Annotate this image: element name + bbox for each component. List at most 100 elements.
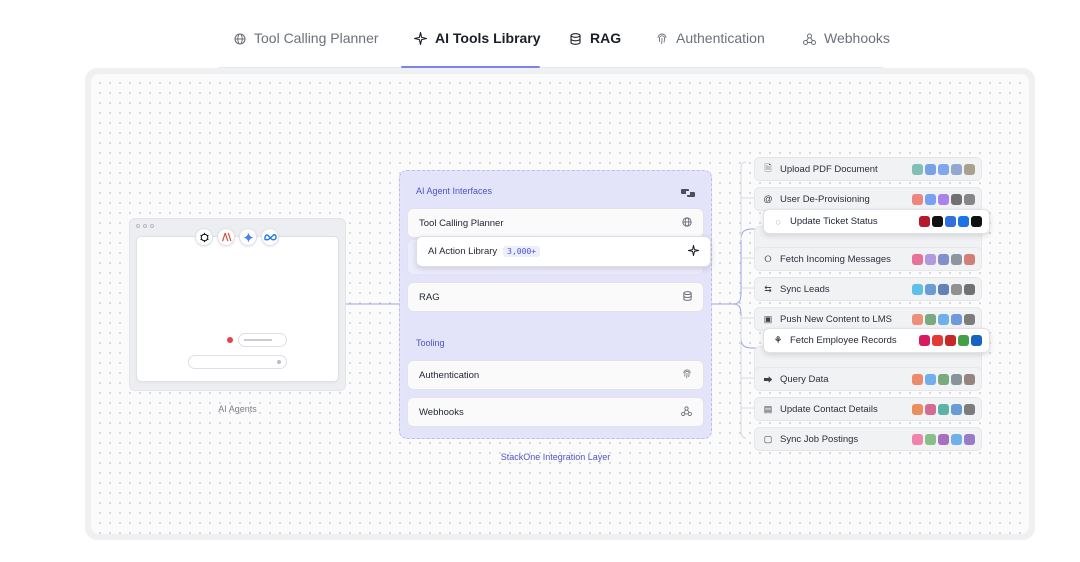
- webhook-icon: [803, 32, 816, 45]
- action-row[interactable]: ▤ Update Contact Details: [754, 397, 982, 421]
- plug-icon: [681, 185, 695, 197]
- action-row[interactable]: 🗎 Upload PDF Document: [754, 157, 982, 181]
- database-icon: [569, 32, 582, 45]
- globe-icon: [682, 216, 692, 230]
- app-logo-icon: [958, 335, 969, 346]
- model-logos: [195, 228, 279, 246]
- action-label: Sync Job Postings: [780, 433, 859, 445]
- action-row[interactable]: @ User De-Provisioning: [754, 187, 982, 211]
- app-logo-icon: [951, 313, 962, 325]
- app-logo-icon: [925, 193, 936, 205]
- app-logo-icon: [925, 163, 936, 175]
- integration-app-icons: [912, 163, 975, 175]
- window-controls: [136, 224, 154, 228]
- app-logo-icon: [925, 283, 936, 295]
- integration-app-icons: [912, 313, 975, 325]
- spinner-icon: ◌: [775, 216, 781, 227]
- app-logo-icon: [925, 253, 936, 265]
- anthropic-icon: [217, 228, 235, 246]
- action-label: Upload PDF Document: [780, 163, 878, 175]
- app-logo-icon: [932, 216, 943, 227]
- app-logo-icon: [964, 283, 975, 295]
- app-logo-icon: [925, 373, 936, 385]
- briefcase-icon: ▢: [763, 433, 773, 444]
- sparkle-icon: [414, 32, 427, 45]
- rag-card[interactable]: RAG: [407, 282, 704, 312]
- app-logo-icon: [964, 433, 975, 445]
- app-logo-icon: [925, 403, 936, 415]
- action-row[interactable]: ⮕ Query Data: [754, 367, 982, 391]
- app-logo-icon: [951, 373, 962, 385]
- integration-layer-caption: StackOne Integration Layer: [500, 452, 611, 462]
- integration-app-icons: [912, 403, 975, 415]
- action-label: Push New Content to LMS: [780, 313, 892, 325]
- app-logo-icon: [945, 335, 956, 346]
- openai-icon: [195, 228, 213, 246]
- authentication-card[interactable]: Authentication: [407, 360, 704, 390]
- action-row[interactable]: ⇆ Sync Leads: [754, 277, 982, 301]
- chat-icon: ⭘: [764, 253, 772, 264]
- app-logo-icon: [951, 283, 962, 295]
- chat-bubble: [238, 333, 287, 347]
- tab-tool-calling-planner[interactable]: Tool Calling Planner: [233, 30, 379, 68]
- app-logo-icon: [971, 335, 982, 346]
- integration-app-icons: [912, 253, 975, 265]
- action-row[interactable]: ▢ Sync Job Postings: [754, 427, 982, 451]
- tab-authentication[interactable]: Authentication: [655, 30, 765, 68]
- app-logo-icon: [938, 193, 949, 205]
- action-count-badge: 3,000+: [503, 246, 541, 257]
- app-logo-icon: [938, 403, 949, 415]
- app-logo-icon: [925, 433, 936, 445]
- tab-label: Authentication: [676, 30, 765, 46]
- agents-caption: AI Agents: [218, 404, 257, 414]
- card-label: Authentication: [419, 369, 480, 381]
- app-logo-icon: [958, 216, 969, 227]
- app-logo-icon: [938, 163, 949, 175]
- integration-app-icons: [912, 373, 975, 385]
- integration-app-icons: [912, 193, 975, 205]
- webhook-icon: [681, 405, 692, 419]
- integration-app-icons: [912, 283, 975, 295]
- gemini-icon: [239, 228, 257, 246]
- app-logo-icon: [925, 313, 936, 325]
- fingerprint-icon: [655, 32, 668, 45]
- app-logo-icon: [912, 313, 923, 325]
- integration-app-icons: [919, 335, 982, 346]
- card-label: Webhooks: [419, 406, 464, 418]
- sparkle-icon: [687, 244, 700, 259]
- ai-action-library-card[interactable]: AI Action Library 3,000+: [416, 236, 711, 267]
- action-label: Update Ticket Status: [790, 216, 878, 227]
- action-label: Fetch Incoming Messages: [780, 253, 891, 265]
- action-row[interactable]: ⭘ Fetch Incoming Messages: [754, 247, 982, 271]
- interfaces-title: AI Agent Interfaces: [416, 186, 493, 196]
- app-logo-icon: [912, 403, 923, 415]
- integration-app-icons: [919, 216, 982, 227]
- app-logo-icon: [912, 163, 923, 175]
- app-logo-icon: [912, 373, 923, 385]
- chat-input: [188, 355, 287, 369]
- board-icon: ▣: [763, 313, 773, 324]
- app-logo-icon: [964, 373, 975, 385]
- globe-icon: [233, 32, 246, 45]
- tab-ai-tools-library[interactable]: AI Tools Library: [414, 30, 541, 68]
- fingerprint-icon: [682, 368, 692, 382]
- app-logo-icon: [938, 313, 949, 325]
- tool-calling-planner-card[interactable]: Tool Calling Planner: [407, 208, 704, 238]
- app-logo-icon: [951, 403, 962, 415]
- tab-rag[interactable]: RAG: [569, 30, 621, 68]
- app-logo-icon: [912, 433, 923, 445]
- tab-label: Tool Calling Planner: [254, 30, 379, 46]
- webhooks-card[interactable]: Webhooks: [407, 397, 704, 427]
- tab-label: Webhooks: [824, 30, 890, 46]
- action-row[interactable]: ⚘ Fetch Employee Records: [763, 328, 990, 353]
- action-label: Update Contact Details: [780, 403, 878, 415]
- app-logo-icon: [964, 313, 975, 325]
- tab-webhooks[interactable]: Webhooks: [803, 30, 890, 68]
- nodes-icon: ⮕: [763, 374, 773, 385]
- card-label: Tool Calling Planner: [419, 217, 504, 229]
- app-logo-icon: [932, 335, 943, 346]
- action-label: Fetch Employee Records: [790, 335, 897, 346]
- action-row[interactable]: ◌ Update Ticket Status: [763, 209, 990, 234]
- app-logo-icon: [938, 373, 949, 385]
- tab-label: RAG: [590, 30, 622, 46]
